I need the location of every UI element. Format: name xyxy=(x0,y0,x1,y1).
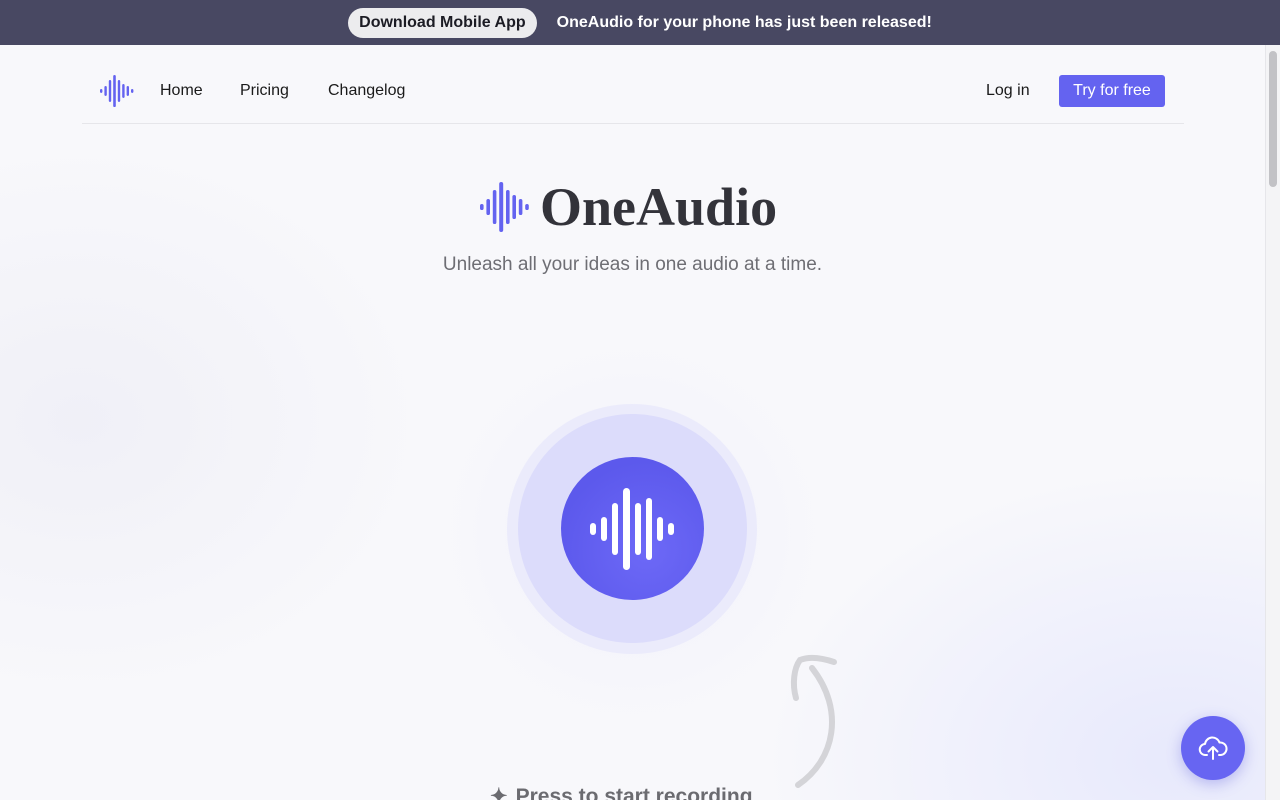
hero-subtitle: Unleash all your ideas in one audio at a… xyxy=(442,254,823,275)
record-button[interactable] xyxy=(561,457,704,600)
download-mobile-app-button[interactable]: Download Mobile App xyxy=(348,7,537,38)
scrollbar-thumb[interactable] xyxy=(1269,51,1277,187)
audio-wave-icon xyxy=(589,487,674,570)
nav-pricing-link[interactable]: Pricing xyxy=(240,82,289,100)
announcement-banner: Download Mobile App OneAudio for your ph… xyxy=(0,0,1280,45)
sparkle-icon: ✦ xyxy=(490,785,508,800)
login-link[interactable]: Log in xyxy=(986,82,1030,100)
announcement-text: OneAudio for your phone has just been re… xyxy=(556,13,932,31)
record-prompt: ✦ Press to start recording xyxy=(490,784,753,800)
cloud-upload-icon xyxy=(1198,736,1228,760)
upload-button[interactable] xyxy=(1181,716,1245,780)
curved-arrow-icon xyxy=(790,654,837,788)
try-for-free-button[interactable]: Try for free xyxy=(1059,75,1165,107)
nav-changelog-link[interactable]: Changelog xyxy=(328,82,405,100)
hero-brand: OneAudio xyxy=(478,175,777,239)
audio-wave-icon xyxy=(480,182,529,232)
top-navigation: Home Pricing Changelog Log in Try for fr… xyxy=(82,60,1184,124)
record-prompt-text: Press to start recording xyxy=(515,785,753,800)
page-scrollbar[interactable] xyxy=(1265,45,1280,800)
nav-home-link[interactable]: Home xyxy=(160,82,203,100)
hero-title: OneAudio xyxy=(540,177,778,237)
audio-wave-icon[interactable] xyxy=(100,75,134,107)
